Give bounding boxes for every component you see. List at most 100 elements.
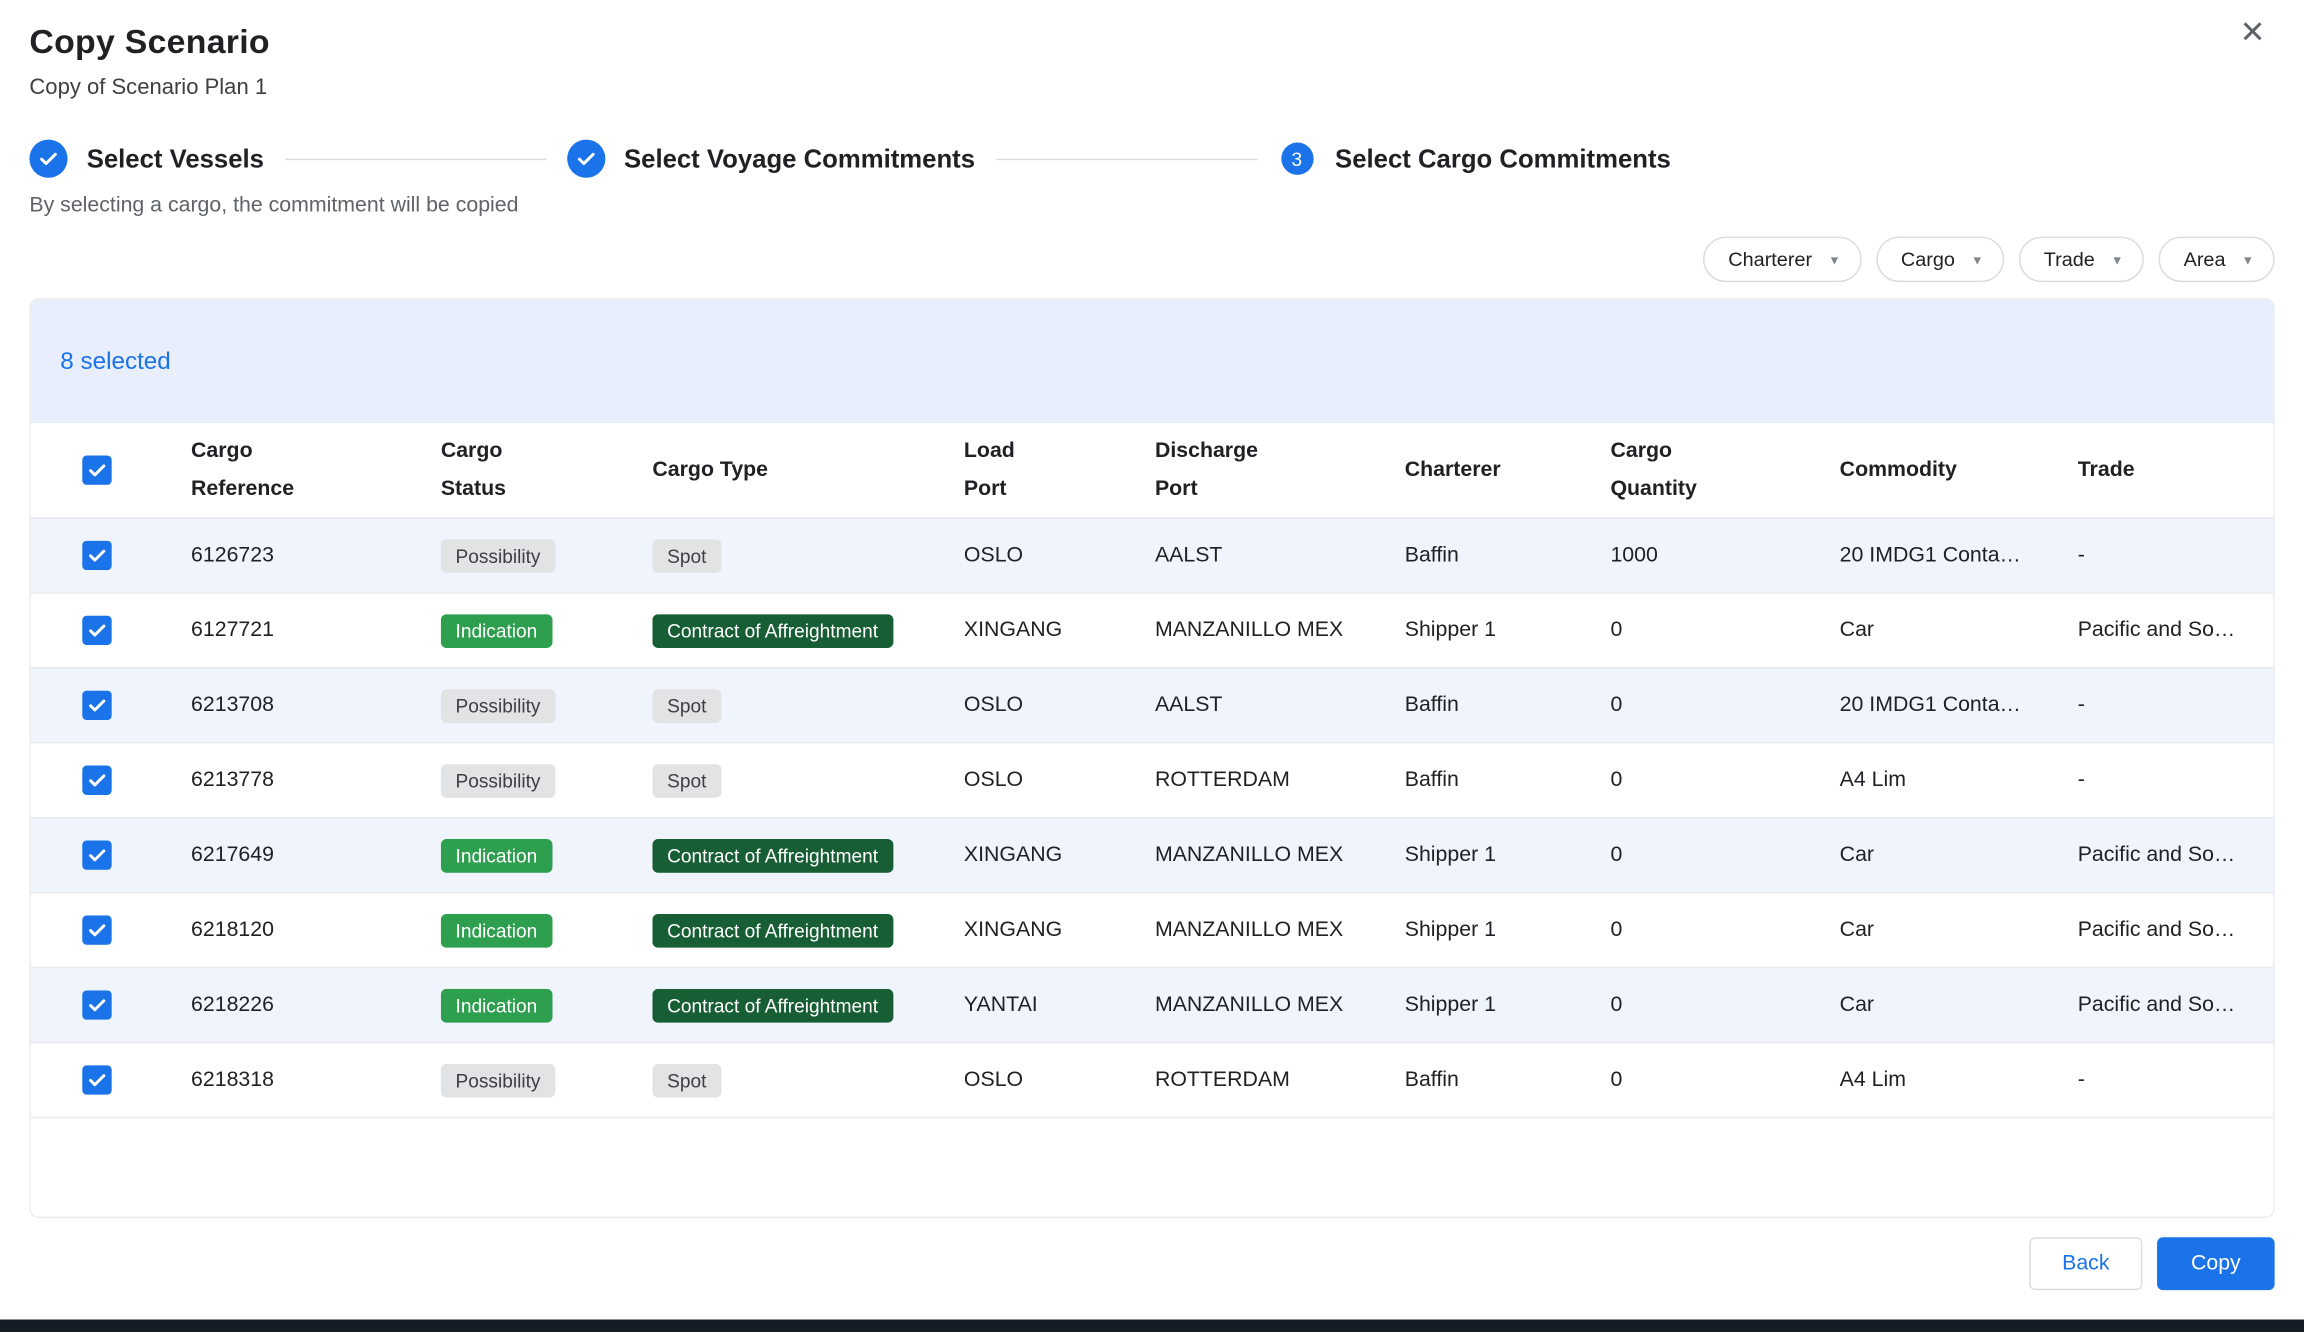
type-badge: Contract of Affreightment [652, 613, 892, 647]
screen: Copy Scenario Copy of Scenario Plan 1 ✕ … [0, 0, 2304, 1332]
step-label: Select Cargo Commitments [1335, 143, 1671, 174]
column-header: Trade [2078, 451, 2275, 489]
cell-checkbox [31, 915, 191, 944]
cell-cargo-status: Indication [441, 838, 653, 872]
filter-trade[interactable]: Trade ▼ [2019, 237, 2144, 283]
status-badge: Indication [441, 988, 552, 1022]
cell-cargo-status: Indication [441, 613, 653, 647]
cell-charterer: Baffin [1405, 1068, 1611, 1092]
cell-commodity: 20 IMDG1 Conta… [1840, 544, 2078, 568]
filter-label: Cargo [1901, 248, 1955, 270]
filter-cargo[interactable]: Cargo ▼ [1876, 237, 2004, 283]
selection-bar: 8 selected [31, 300, 2273, 423]
cell-checkbox [31, 691, 191, 720]
cell-cargo-type: Contract of Affreightment [652, 913, 964, 947]
back-button[interactable]: Back [2029, 1237, 2142, 1290]
row-checkbox[interactable] [82, 766, 111, 795]
column-header: DischargePort [1155, 432, 1405, 508]
cell-cargo-status: Possibility [441, 763, 653, 797]
column-header: CargoReference [191, 432, 441, 508]
cell-cargo-quantity: 0 [1610, 918, 1839, 942]
status-badge: Possibility [441, 1063, 555, 1097]
cell-cargo-type: Contract of Affreightment [652, 988, 964, 1022]
cell-checkbox [31, 766, 191, 795]
cell-charterer: Baffin [1405, 544, 1611, 568]
filter-area[interactable]: Area ▼ [2159, 237, 2275, 283]
cell-discharge-port: MANZANILLO MEX [1155, 619, 1405, 643]
type-badge: Spot [652, 688, 721, 722]
filter-label: Area [2184, 248, 2226, 270]
cell-cargo-status: Indication [441, 913, 653, 947]
cell-commodity: A4 Lim [1840, 768, 2078, 792]
dialog-subtitle: Copy of Scenario Plan 1 [29, 75, 2274, 100]
cell-discharge-port: AALST [1155, 694, 1405, 718]
type-badge: Spot [652, 539, 721, 573]
cargo-commitments-table: 8 selected CargoReferenceCargoStatusCarg… [29, 298, 2274, 1218]
row-checkbox[interactable] [82, 691, 111, 720]
table-row: 6218120IndicationContract of Affreightme… [31, 892, 2273, 967]
cell-cargo-type: Contract of Affreightment [652, 838, 964, 872]
cell-cargo-reference: 6127721 [191, 619, 441, 643]
cell-commodity: 20 IMDG1 Conta… [1840, 694, 2078, 718]
chevron-down-icon: ▼ [2111, 252, 2123, 267]
cell-load-port: OSLO [964, 768, 1155, 792]
cell-commodity: Car [1840, 619, 2078, 643]
row-checkbox[interactable] [82, 616, 111, 645]
cell-load-port: OSLO [964, 694, 1155, 718]
chevron-down-icon: ▼ [2242, 252, 2254, 267]
row-checkbox[interactable] [82, 990, 111, 1019]
table-empty-space [31, 1117, 2273, 1217]
cell-cargo-reference: 6217649 [191, 843, 441, 867]
status-badge: Possibility [441, 688, 555, 722]
cell-trade: - [2078, 544, 2275, 568]
cell-cargo-type: Spot [652, 1063, 964, 1097]
step-select-cargo-commitments[interactable]: 3 Select Cargo Commitments [1278, 143, 1671, 175]
status-badge: Possibility [441, 539, 555, 573]
row-checkbox[interactable] [82, 541, 111, 570]
cell-trade: - [2078, 768, 2275, 792]
step-connector [996, 158, 1258, 159]
step-complete-check-icon [29, 140, 67, 178]
close-icon: ✕ [2240, 17, 2266, 48]
step-select-vessels[interactable]: Select Vessels [29, 140, 264, 178]
cell-checkbox [31, 840, 191, 869]
cell-load-port: OSLO [964, 544, 1155, 568]
type-badge: Contract of Affreightment [652, 988, 892, 1022]
cell-commodity: A4 Lim [1840, 1068, 2078, 1092]
cell-load-port: XINGANG [964, 918, 1155, 942]
row-checkbox[interactable] [82, 1065, 111, 1094]
cell-cargo-reference: 6213778 [191, 768, 441, 792]
cell-trade: - [2078, 694, 2275, 718]
cell-load-port: XINGANG [964, 843, 1155, 867]
table-row: 6218226Indication Contract of Affreightme… [31, 967, 2273, 1042]
table-header: CargoReferenceCargoStatusCargo TypeLoadP… [31, 423, 2273, 517]
step-select-voyage-commitments[interactable]: Select Voyage Commitments [567, 140, 975, 178]
cell-checkbox [31, 616, 191, 645]
cell-checkbox [31, 990, 191, 1019]
selection-hint: By selecting a cargo, the commitment wil… [29, 194, 2274, 218]
table-row: 6213778PossibilitySpotOSLOROTTERDAMBaffi… [31, 742, 2273, 817]
column-header: Commodity [1840, 451, 2078, 489]
select-all-checkbox[interactable] [82, 456, 111, 485]
cell-cargo-reference: 6218226 [191, 993, 441, 1017]
cell-commodity: Car [1840, 843, 2078, 867]
bottom-bar [0, 1319, 2304, 1332]
close-button[interactable]: ✕ [2231, 10, 2275, 54]
copy-button[interactable]: Copy [2157, 1237, 2275, 1290]
cell-cargo-type: Spot [652, 539, 964, 573]
cell-cargo-reference: 6126723 [191, 544, 441, 568]
cell-cargo-quantity: 0 [1610, 768, 1839, 792]
type-badge: Contract of Affreightment [652, 838, 892, 872]
filter-charterer[interactable]: Charterer ▼ [1703, 237, 1861, 283]
cell-cargo-status: Possibility [441, 539, 653, 573]
row-checkbox[interactable] [82, 840, 111, 869]
row-checkbox[interactable] [82, 915, 111, 944]
cell-cargo-quantity: 0 [1610, 843, 1839, 867]
step-complete-check-icon [567, 140, 605, 178]
column-header: CargoStatus [441, 432, 653, 508]
cell-trade: Pacific and So… [2078, 918, 2275, 942]
cell-cargo-quantity: 0 [1610, 993, 1839, 1017]
dialog-title: Copy Scenario [29, 22, 2274, 62]
column-header: Charterer [1405, 451, 1611, 489]
column-header: LoadPort [964, 432, 1155, 508]
